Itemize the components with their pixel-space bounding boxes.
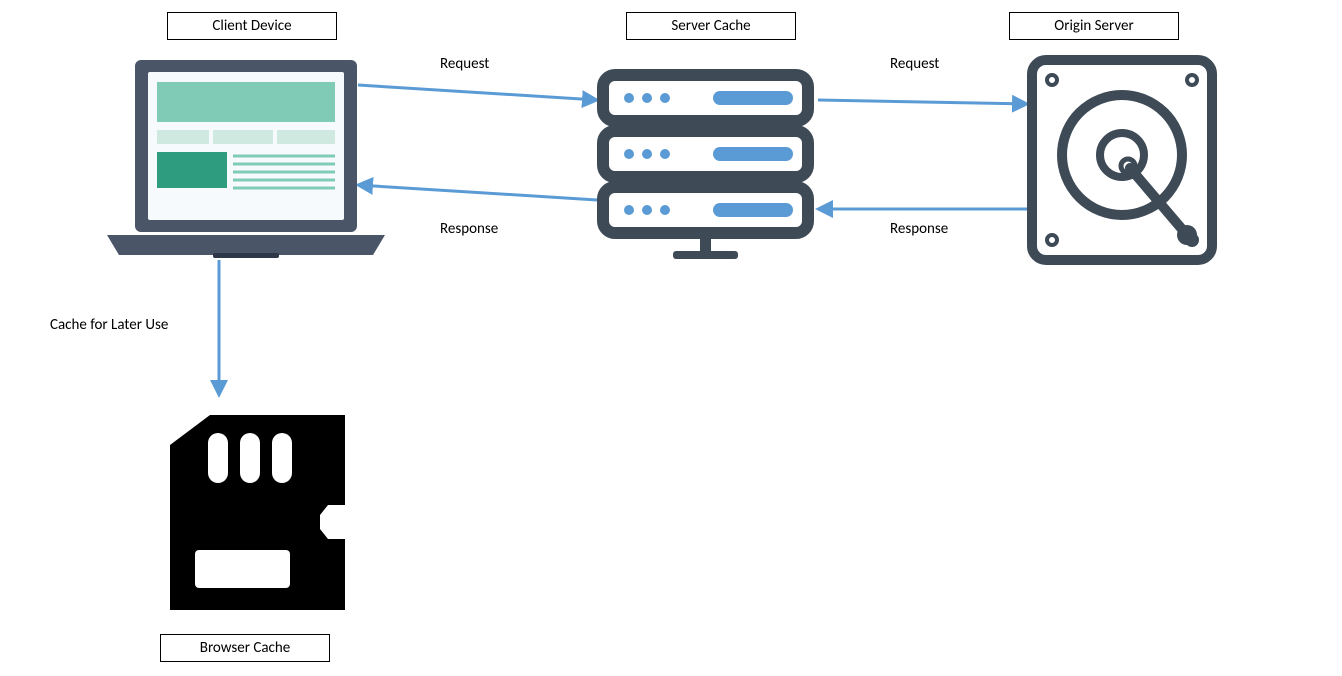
arrow-request-cache-to-origin [818,100,1027,104]
hard-disk-icon [1032,60,1212,260]
sd-card-icon [170,415,345,610]
laptop-icon [107,60,385,258]
arrow-label-response-left: Response [440,220,498,238]
arrow-label-response-right: Response [890,220,948,238]
arrow-request-client-to-cache [358,85,597,100]
arrow-response-cache-to-client [358,185,597,200]
arrow-label-request-right: Request [890,55,939,73]
server-stack-icon [603,75,808,259]
label-browser-cache: Browser Cache [160,634,330,662]
arrow-label-request-top: Request [440,55,489,73]
label-server-cache: Server Cache [626,12,796,40]
label-origin-server: Origin Server [1009,12,1179,40]
arrow-label-cache-down: Cache for Later Use [50,316,168,334]
label-client-device: Client Device [167,12,337,40]
